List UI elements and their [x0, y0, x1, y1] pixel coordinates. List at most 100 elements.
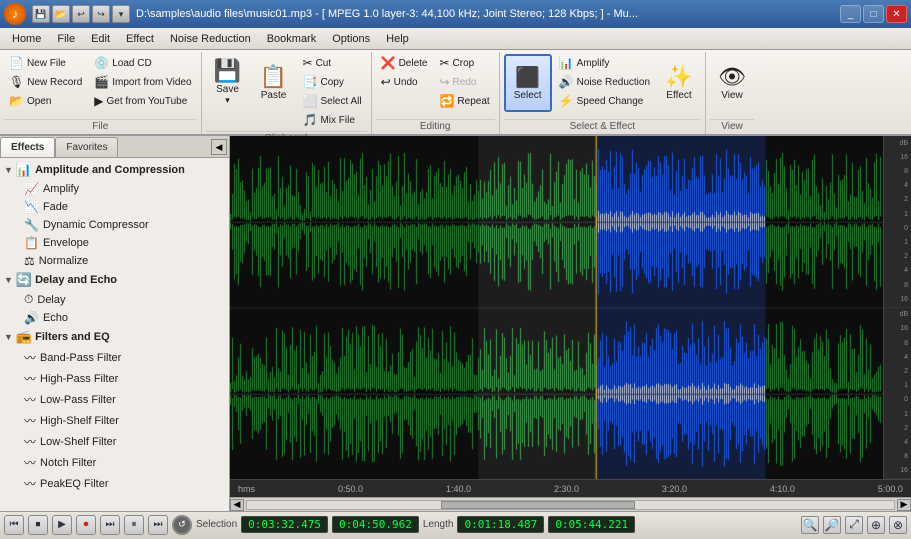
effect-button[interactable]: ✨ Effect [657, 54, 701, 112]
get-youtube-icon: ▶ [94, 94, 103, 108]
tree-item-low-shelf[interactable]: 〰 Low-Shelf Filter [0, 431, 229, 452]
repeat-button[interactable]: 🔁 Repeat [434, 92, 494, 110]
tree-item-band-pass[interactable]: 〰 Band-Pass Filter [0, 347, 229, 368]
tree-item-normalize[interactable]: ⚖ Normalize [0, 252, 229, 270]
noise-reduction-button[interactable]: 🔊 Noise Reduction [554, 73, 655, 91]
paste-button[interactable]: 📋 Paste [252, 54, 296, 112]
paste-icon: 📋 [260, 66, 287, 88]
save-button[interactable]: 💾 Save ▾ [206, 54, 250, 112]
undo-icon: ↩ [381, 75, 391, 89]
zoom-sel-btn[interactable]: ⊕ [867, 516, 885, 534]
scrollbar-thumb[interactable] [441, 501, 635, 509]
loop-button[interactable]: ↺ [172, 515, 192, 535]
load-cd-button[interactable]: 💿 Load CD [89, 54, 196, 72]
transport-record[interactable]: ⏺ [76, 515, 96, 535]
waveform-tracks: dB 16 8 4 2 1 0 1 2 4 8 16 dB 16 8 [230, 136, 911, 479]
delete-button[interactable]: ❌ Delete [376, 54, 433, 72]
tb-btn-2[interactable]: 📂 [52, 5, 70, 23]
tree-group-filters-eq[interactable]: ▼ 📻 Filters and EQ [0, 327, 229, 347]
waveform-canvas[interactable] [230, 136, 883, 479]
timeline: hms 0:50.0 1:40.0 2:30.0 3:20.0 4:10.0 5… [230, 479, 911, 497]
ribbon-group-clipboard: 💾 Save ▾ 📋 Paste ✂ Cut 📑 Copy ⬜ [202, 52, 372, 134]
transport-play[interactable]: ▶ [52, 515, 72, 535]
save-icon: 💾 [214, 60, 241, 82]
select-button[interactable]: ⬛ Select [504, 54, 552, 112]
minimize-button[interactable]: _ [840, 5, 861, 23]
new-file-button[interactable]: 📄 New File [4, 54, 87, 72]
tree-item-echo[interactable]: 🔊 Echo [0, 309, 229, 327]
ribbon-group-view: 👁 View View [706, 52, 758, 134]
tb-dropdown[interactable]: ▾ [112, 5, 130, 23]
zoom-out-btn[interactable]: 🔍 [801, 516, 819, 534]
import-video-button[interactable]: 🎬 Import from Video [89, 73, 196, 91]
transport-pause[interactable]: ⏸ [124, 515, 144, 535]
get-youtube-button[interactable]: ▶ Get from YouTube [89, 92, 196, 110]
transport-stop[interactable]: ⏹ [28, 515, 48, 535]
menu-item-options[interactable]: Options [324, 31, 378, 47]
tree-item-peakeq[interactable]: 〰 PeakEQ Filter [0, 473, 229, 494]
delay-echo-icon: 🔄 [16, 272, 32, 288]
transport-skip-fwd[interactable]: ⏭ [100, 515, 120, 535]
normalize-icon: ⚖ [24, 254, 35, 268]
maximize-button[interactable]: □ [863, 5, 884, 23]
close-button[interactable]: ✕ [886, 5, 907, 23]
amplify-button[interactable]: 📊 Amplify [554, 54, 655, 72]
tb-btn-3[interactable]: ↩ [72, 5, 90, 23]
crop-button[interactable]: ✂ Crop [434, 54, 494, 72]
tb-btn-1[interactable]: 💾 [32, 5, 50, 23]
menu-item-file[interactable]: File [49, 31, 83, 47]
speed-change-button[interactable]: ⚡ Speed Change [554, 92, 655, 110]
tb-btn-4[interactable]: ↪ [92, 5, 110, 23]
window-title: D:\samples\audio files\music01.mp3 - [ M… [136, 8, 840, 20]
redo-button[interactable]: ↪ Redo [434, 73, 494, 91]
zoom-extra-btn[interactable]: ⊗ [889, 516, 907, 534]
copy-button[interactable]: 📑 Copy [298, 73, 367, 91]
new-record-button[interactable]: 🎙 New Record [4, 73, 87, 91]
quick-access-toolbar: 💾 📂 ↩ ↪ ▾ [32, 5, 130, 23]
band-pass-icon: 〰 [24, 349, 36, 366]
zoom-fit-btn[interactable]: ⤢ [845, 516, 863, 534]
scrollbar-track[interactable] [246, 500, 895, 510]
tree-item-dynamic-compressor[interactable]: 🔧 Dynamic Compressor [0, 216, 229, 234]
horizontal-scrollbar[interactable]: ◀ ▶ [230, 497, 911, 511]
transport-skip-back[interactable]: ⏮ [4, 515, 24, 535]
panel-nav-btn[interactable]: ◀ [211, 139, 227, 155]
echo-icon: 🔊 [24, 311, 39, 325]
ribbon-group-file: 📄 New File 🎙 New Record 📂 Open 💿 Load CD [0, 52, 202, 134]
menu-item-edit[interactable]: Edit [83, 31, 118, 47]
tree-item-notch[interactable]: 〰 Notch Filter [0, 452, 229, 473]
select-all-icon: ⬜ [303, 94, 318, 108]
menu-item-effect[interactable]: Effect [118, 31, 162, 47]
tree-item-high-shelf[interactable]: 〰 High-Shelf Filter [0, 410, 229, 431]
low-shelf-icon: 〰 [24, 433, 36, 450]
tree-item-low-pass[interactable]: 〰 Low-Pass Filter [0, 389, 229, 410]
scroll-left-btn[interactable]: ◀ [230, 499, 244, 511]
cut-button[interactable]: ✂ Cut [298, 54, 367, 72]
select-icon: ⬛ [515, 65, 540, 90]
menu-item-help[interactable]: Help [378, 31, 417, 47]
scroll-right-btn[interactable]: ▶ [897, 499, 911, 511]
tree-group-amplitude[interactable]: ▼ 📊 Amplitude and Compression [0, 160, 229, 180]
transport-next[interactable]: ⏭ [148, 515, 168, 535]
select-all-button[interactable]: ⬜ Select All [298, 92, 367, 110]
undo-button[interactable]: ↩ Undo [376, 73, 433, 91]
menu-item-noise-reduction[interactable]: Noise Reduction [162, 31, 259, 47]
tree-item-amplify[interactable]: 📈 Amplify [0, 180, 229, 198]
tree-item-high-pass[interactable]: 〰 High-Pass Filter [0, 368, 229, 389]
tree-item-envelope[interactable]: 📋 Envelope [0, 234, 229, 252]
noise-reduction-icon: 🔊 [559, 75, 574, 89]
favorites-tab[interactable]: Favorites [55, 137, 118, 157]
redo-icon: ↪ [439, 75, 449, 89]
tree-group-delay-echo[interactable]: ▼ 🔄 Delay and Echo [0, 270, 229, 290]
editing-group-label: Editing [376, 119, 495, 134]
amplify-icon: 📊 [559, 56, 574, 70]
view-button[interactable]: 👁 View [710, 54, 754, 112]
mix-file-button[interactable]: 🎵 Mix File [298, 111, 367, 129]
zoom-in-btn[interactable]: 🔎 [823, 516, 841, 534]
tree-item-delay[interactable]: ⏱ Delay [0, 290, 229, 309]
menu-item-home[interactable]: Home [4, 31, 49, 47]
open-button[interactable]: 📂 Open [4, 92, 87, 110]
effects-tab[interactable]: Effects [0, 137, 55, 157]
menu-item-bookmark[interactable]: Bookmark [259, 31, 325, 47]
tree-item-fade[interactable]: 📉 Fade [0, 198, 229, 216]
